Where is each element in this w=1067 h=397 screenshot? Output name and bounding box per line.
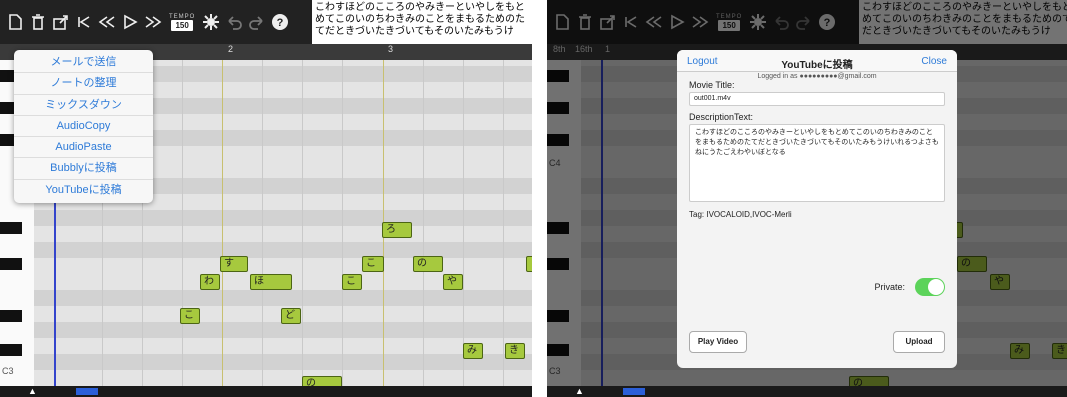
trash-icon[interactable] [29, 11, 47, 33]
play-icon[interactable] [668, 11, 686, 33]
dialog-header: Logout YouTubeに投稿 Close [677, 50, 957, 72]
menu-item-post-bubbly[interactable]: Bubblyに投稿 [14, 158, 153, 180]
movie-title-input[interactable]: out001.m4v [689, 92, 945, 106]
share-menu: メールで送信 ノートの整理 ミックスダウン AudioCopy AudioPas… [14, 50, 153, 204]
piano-keyboard[interactable]: C4 C3 [547, 60, 581, 386]
share-icon[interactable] [52, 11, 70, 33]
new-document-icon[interactable] [553, 11, 571, 33]
menu-item-audio-copy[interactable]: AudioCopy [14, 116, 153, 138]
note[interactable]: こ [362, 256, 384, 272]
private-setting: Private: [874, 278, 945, 296]
menu-item-audio-paste[interactable]: AudioPaste [14, 137, 153, 159]
overview-viewport-indicator[interactable] [623, 388, 645, 395]
note[interactable]: ろ [382, 222, 412, 238]
tag-row: Tag: IVOCALOID,IVOC-Merli [689, 210, 957, 219]
snap-16th[interactable]: 16th [575, 44, 593, 54]
play-icon[interactable] [121, 11, 139, 33]
movie-title-label: Movie Title: [689, 80, 735, 90]
rewind-icon[interactable] [645, 11, 663, 33]
right-screen: TEMPO 150 ? こわすほどのこころのやみきーといやしをもとめてこのいのち… [547, 0, 1067, 397]
lyrics-text-field[interactable]: こわすほどのこころのやみきーといやしをもとめてこのいのちわきみのことをまもるため… [312, 0, 532, 44]
note[interactable]: や [990, 274, 1010, 290]
tempo-value[interactable]: 150 [171, 19, 193, 31]
fast-forward-icon[interactable] [691, 11, 709, 33]
rewind-icon[interactable] [98, 11, 116, 33]
note[interactable]: き [1052, 343, 1067, 359]
tempo-value[interactable]: 150 [718, 19, 740, 31]
undo-icon[interactable] [772, 11, 790, 33]
note[interactable]: み [1010, 343, 1030, 359]
logged-in-status: Logged in as ●●●●●●●●●@gmail.com [757, 73, 877, 80]
key-label-c3: C3 [549, 366, 561, 376]
left-screen: TEMPO 150 ? こわすほどのこころのやみきーといやしをもとめてこのいのち… [0, 0, 532, 397]
tempo-label: TEMPO [169, 13, 196, 20]
settings-icon[interactable] [202, 11, 220, 33]
menu-item-post-youtube[interactable]: YouTubeに投稿 [14, 180, 153, 201]
skip-to-start-icon[interactable] [622, 11, 640, 33]
tag-value[interactable]: IVOCALOID,IVOC-Merli [706, 210, 791, 219]
settings-icon[interactable] [749, 11, 767, 33]
redo-icon[interactable] [795, 11, 813, 33]
note[interactable]: こ [180, 308, 200, 324]
measure-3: 3 [388, 44, 394, 54]
description-textarea[interactable]: こわすほどのこころのやみきーといやしをもとめてこのいのちわきみのことをまもるため… [689, 124, 945, 202]
tag-label: Tag: [689, 210, 705, 219]
tempo-control[interactable]: TEMPO 150 [169, 14, 195, 31]
skip-to-start-icon[interactable] [75, 11, 93, 33]
note[interactable]: の [413, 256, 443, 272]
description-label: DescriptionText: [689, 112, 754, 122]
private-toggle[interactable] [915, 278, 945, 296]
tempo-label: TEMPO [716, 13, 743, 20]
help-icon[interactable]: ? [271, 11, 289, 33]
note[interactable]: ほ [250, 274, 292, 290]
playhead[interactable] [601, 60, 603, 386]
toolbar-icons: TEMPO 150 ? [0, 0, 312, 44]
note[interactable]: の [957, 256, 987, 272]
collapse-arrow-icon[interactable]: ▲ [28, 386, 37, 397]
measure-1: 1 [605, 44, 611, 54]
song-overview-bar[interactable]: ▲ [0, 386, 532, 397]
note[interactable]: こ [342, 274, 362, 290]
help-icon[interactable]: ? [818, 11, 836, 33]
redo-icon[interactable] [248, 11, 266, 33]
svg-text:?: ? [277, 17, 284, 29]
share-icon[interactable] [599, 11, 617, 33]
svg-text:?: ? [824, 17, 831, 29]
snap-8th[interactable]: 8th [553, 44, 566, 54]
note[interactable]: す [220, 256, 248, 272]
note[interactable]: き [505, 343, 525, 359]
note[interactable]: ど [281, 308, 301, 324]
menu-item-organize-notes[interactable]: ノートの整理 [14, 73, 153, 95]
collapse-arrow-icon[interactable]: ▲ [575, 386, 584, 397]
toolbar: TEMPO 150 ? こわすほどのこころのやみきーといやしをもとめてこのいのち… [547, 0, 1067, 44]
close-button[interactable]: Close [921, 56, 947, 67]
menu-item-mixdown[interactable]: ミックスダウン [14, 95, 153, 116]
note[interactable] [526, 256, 532, 272]
note[interactable]: わ [200, 274, 220, 290]
menu-item-send-email[interactable]: メールで送信 [14, 52, 153, 74]
undo-icon[interactable] [225, 11, 243, 33]
dialog-title: YouTubeに投稿 [781, 60, 853, 71]
upload-button[interactable]: Upload [893, 331, 945, 353]
key-label-c4: C4 [549, 158, 561, 168]
note[interactable]: や [443, 274, 463, 290]
youtube-upload-dialog: Logout YouTubeに投稿 Close Logged in as ●●●… [677, 50, 957, 368]
toolbar: TEMPO 150 ? こわすほどのこころのやみきーといやしをもとめてこのいのち… [0, 0, 532, 44]
fast-forward-icon[interactable] [144, 11, 162, 33]
note[interactable]: み [463, 343, 483, 359]
play-video-button[interactable]: Play Video [689, 331, 747, 353]
tempo-control[interactable]: TEMPO 150 [716, 14, 742, 31]
toolbar-icons: TEMPO 150 ? [547, 0, 859, 44]
overview-viewport-indicator[interactable] [76, 388, 98, 395]
private-label: Private: [874, 282, 905, 292]
lyrics-text-field[interactable]: こわすほどのこころのやみきーといやしをもとめてこのいのちわきみのことをまもるため… [859, 0, 1067, 44]
key-label-c3: C3 [2, 366, 14, 376]
measure-2: 2 [228, 44, 234, 54]
song-overview-bar[interactable]: ▲ [547, 386, 1067, 397]
new-document-icon[interactable] [6, 11, 24, 33]
trash-icon[interactable] [576, 11, 594, 33]
